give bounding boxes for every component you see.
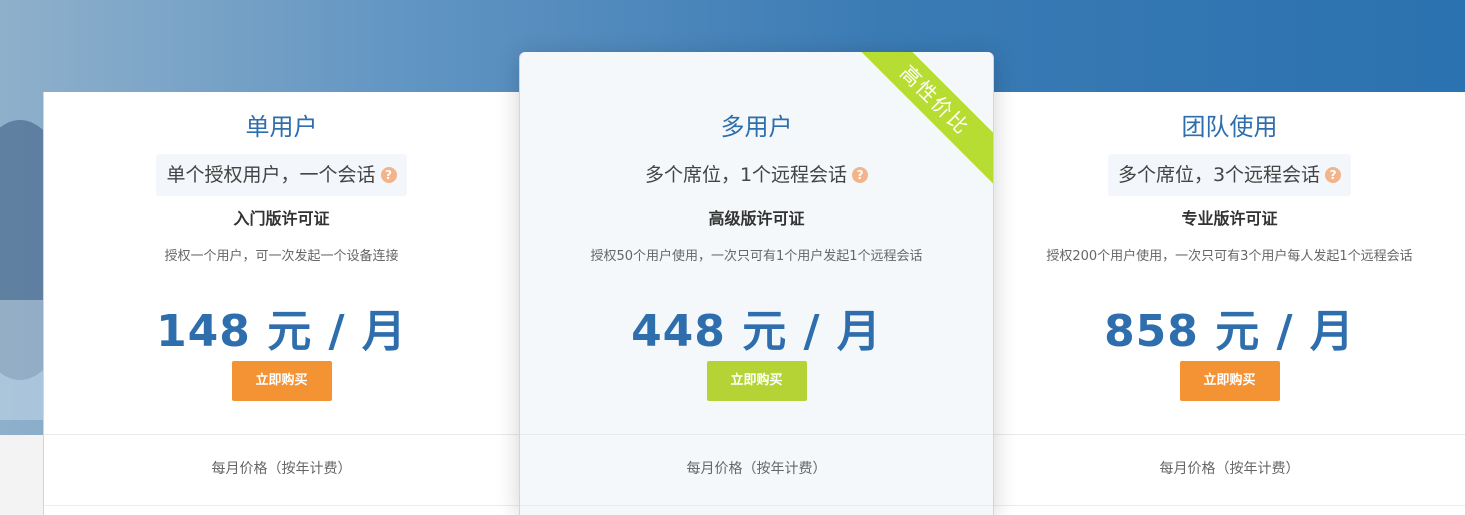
plan-subtitle: 多个席位，3个远程会话? <box>1107 154 1352 196</box>
plan-price: 148 元 / 月 <box>156 306 407 357</box>
help-icon[interactable]: ? <box>380 167 397 183</box>
buy-now-button[interactable]: 立即购买 <box>1179 361 1280 401</box>
billing-note: 每月价格（按年计费） <box>211 461 352 477</box>
plan-title: 多用户 <box>720 113 793 141</box>
license-name: 高级版许可证 <box>708 209 805 228</box>
license-name: 入门版许可证 <box>233 209 330 228</box>
plan-subtitle-text: 多个席位，1个远程会话 <box>644 164 848 186</box>
plan-description: 授权50个用户使用，一次只可有1个用户发起1个远程会话 <box>590 249 923 264</box>
plan-description: 授权一个用户，可一次发起一个设备连接 <box>164 249 399 264</box>
pricing-card-multi-user: 高性价比 多用户 多个席位，1个远程会话? 高级版许可证 授权50个用户使用，一… <box>519 52 994 515</box>
pricing-card-team: 团队使用 多个席位，3个远程会话? 专业版许可证 授权200个用户使用，一次只可… <box>994 92 1465 515</box>
divider <box>994 434 1465 435</box>
pricing-card-single-user: 单用户 单个授权用户，一个会话? 入门版许可证 授权一个用户，可一次发起一个设备… <box>43 92 519 515</box>
plan-subtitle: 多个席位，1个远程会话? <box>635 154 878 196</box>
license-name: 专业版许可证 <box>1181 209 1278 228</box>
plan-price: 448 元 / 月 <box>631 306 882 357</box>
plan-subtitle-text: 多个席位，3个远程会话 <box>1117 164 1321 186</box>
divider <box>520 505 993 506</box>
divider <box>44 434 519 435</box>
plan-subtitle-text: 单个授权用户，一个会话 <box>166 164 376 186</box>
divider <box>44 505 519 506</box>
help-icon[interactable]: ? <box>1325 167 1342 183</box>
plan-subtitle: 单个授权用户，一个会话? <box>156 154 407 196</box>
plan-title: 单用户 <box>245 113 318 141</box>
divider <box>520 434 993 435</box>
divider <box>994 505 1465 506</box>
billing-note: 每月价格（按年计费） <box>686 461 827 477</box>
plan-description: 授权200个用户使用，一次只可有3个用户每人发起1个远程会话 <box>1046 249 1413 264</box>
plan-title: 团队使用 <box>1181 113 1278 141</box>
billing-note: 每月价格（按年计费） <box>1159 461 1300 477</box>
buy-now-button[interactable]: 立即购买 <box>706 361 807 401</box>
buy-now-button[interactable]: 立即购买 <box>231 361 332 401</box>
help-icon[interactable]: ? <box>852 167 869 183</box>
plan-price: 858 元 / 月 <box>1104 306 1355 357</box>
